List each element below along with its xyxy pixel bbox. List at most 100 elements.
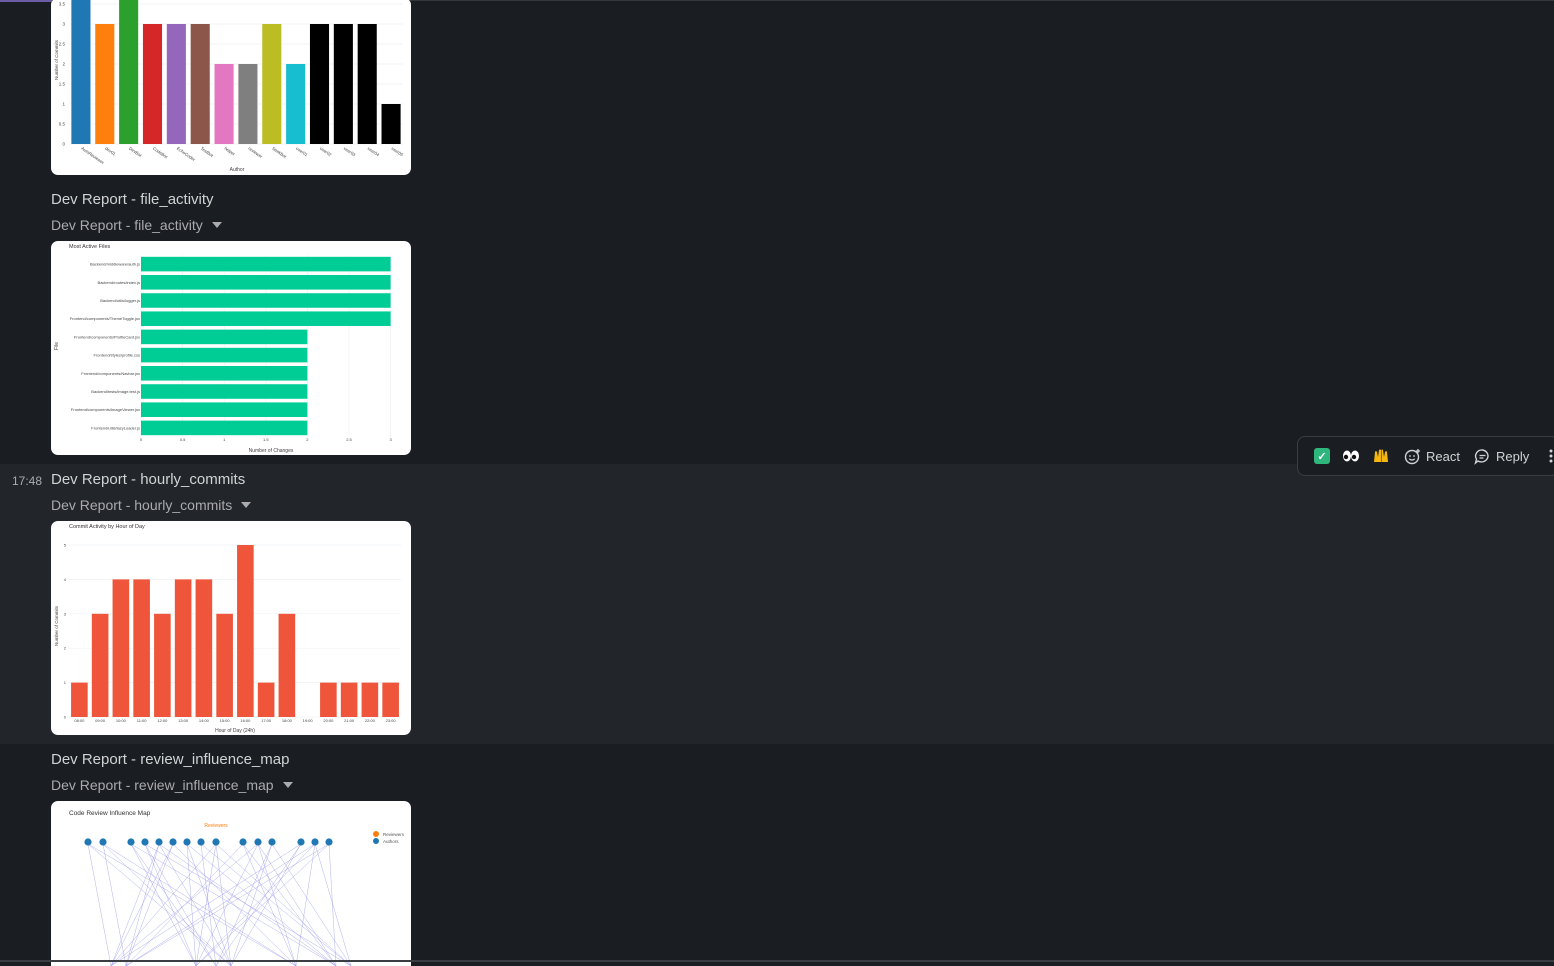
file-name-toggle[interactable]: Dev Report - file_activity [51, 217, 222, 233]
x-tick-label: helper [223, 146, 236, 157]
author-node [99, 838, 107, 846]
bar [361, 682, 379, 717]
y-tick-label: Backend/utils/logger.js [100, 298, 140, 303]
chart-title: Code Review Influence Map [69, 810, 151, 817]
hourly-commits-chart-card[interactable]: Commit Activity by Hour of Day 0 1 2 3 4 5 08:0… [51, 521, 411, 735]
raised-hands-icon [1374, 449, 1388, 462]
x-tick-label: 1 [223, 437, 226, 442]
x-tick-label: 19:00 [303, 718, 314, 723]
react-button[interactable]: React [1396, 441, 1466, 471]
y-tick-label: 2 [62, 62, 65, 67]
y-tick-label: 3.5 [59, 2, 66, 7]
author-node [297, 838, 305, 846]
legend-marker [373, 838, 379, 844]
composer-divider [0, 960, 1554, 962]
file-name-label: Dev Report - review_influence_map [51, 777, 274, 793]
y-tick-label: 5 [64, 543, 67, 548]
author-node [127, 838, 135, 846]
x-tick-label: user03 [343, 146, 357, 158]
influence-edge [144, 843, 352, 966]
author-node [254, 838, 262, 846]
author-node [239, 838, 247, 846]
bar [154, 613, 171, 717]
y-tick-label: Frontend/styles/profile.css [94, 353, 140, 358]
x-tick-label: dev01 [104, 146, 117, 157]
chart-title: Most Active Files [69, 244, 111, 250]
bar [357, 24, 377, 144]
bar [238, 64, 258, 144]
y-tick-label: 2.5 [59, 42, 66, 47]
bar [91, 613, 109, 717]
author-node [197, 838, 205, 846]
x-axis-label: Author [230, 167, 245, 173]
legend-label: Authors [383, 839, 399, 844]
author-commits-chart-card[interactable]: 0 0.5 1 1.5 2 2.5 3 3.5 AutoReviewer dev01 DevBot C… [51, 0, 411, 175]
influence-edge [102, 843, 297, 966]
caret-down-icon[interactable] [241, 502, 252, 508]
message-timestamp[interactable]: 17:48 [12, 474, 42, 488]
bar [133, 579, 150, 717]
react-label: React [1426, 448, 1460, 464]
legend-marker [373, 831, 379, 837]
x-tick-label: 14:00 [199, 718, 210, 723]
file-name-toggle[interactable]: Dev Report - review_influence_map [51, 777, 293, 793]
x-tick-label: 20:00 [323, 718, 334, 723]
influence-map-diagram: Code Review Influence Map Reviewers Review… [69, 810, 405, 966]
message-title: Dev Report - review_influence_map [51, 751, 290, 768]
x-tick-label: reviewer [247, 146, 264, 160]
more-actions-button[interactable] [1535, 441, 1554, 471]
react-eyes-button[interactable] [1336, 441, 1366, 471]
y-tick-label: 0 [62, 142, 65, 147]
bar [195, 579, 213, 717]
y-tick-label: Frontend/utils/lazyLoader.js [91, 425, 140, 430]
x-tick-label: SeekBot [271, 146, 288, 160]
reply-label: Reply [1495, 448, 1530, 464]
caret-down-icon[interactable] [211, 222, 222, 228]
react-check-button[interactable]: ✓ [1308, 441, 1336, 471]
influence-edge [125, 843, 330, 966]
bar [141, 329, 308, 345]
x-axis-label: Number of Changes [249, 448, 294, 454]
x-tick-label: 12:00 [157, 718, 168, 723]
bar [190, 24, 210, 144]
author-commits-chart: 0 0.5 1 1.5 2 2.5 3 3.5 AutoReviewer dev01 DevBot C… [54, 0, 405, 173]
caret-down-icon[interactable] [282, 782, 293, 788]
x-tick-label: 1.5 [263, 437, 269, 442]
author-node [268, 838, 276, 846]
reply-thread-icon [1474, 448, 1489, 465]
y-tick-label: 1.5 [59, 82, 66, 87]
bar [309, 24, 330, 144]
author-node [325, 838, 333, 846]
y-axis-label: Number of Commits [54, 605, 59, 646]
file-activity-chart-card[interactable]: Most Active Files 0 0.5 1 1.5 2 2.5 3 Backend/mi… [51, 241, 411, 455]
x-tick-label: 2.5 [346, 437, 352, 442]
file-name-label: Dev Report - file_activity [51, 217, 203, 233]
x-tick-label: 0 [140, 437, 143, 442]
bar [262, 24, 282, 144]
bar [216, 613, 233, 717]
bar [141, 420, 308, 436]
y-tick-label: Backend/middleware/auth.js [90, 262, 140, 267]
reply-button[interactable]: Reply [1466, 441, 1535, 471]
influence-map-card[interactable]: Code Review Influence Map Reviewers Review… [51, 801, 411, 966]
y-tick-label: 0 [64, 715, 67, 720]
bar [141, 384, 308, 399]
y-tick-label: Frontend/components/ImageViewer.jsx [71, 407, 140, 412]
author-node [212, 838, 220, 846]
file-name-toggle[interactable]: Dev Report - hourly_commits [51, 497, 252, 513]
author-node [169, 838, 177, 846]
influence-edge [87, 843, 112, 966]
bar [71, 0, 91, 144]
bar [286, 64, 306, 144]
y-tick-label: Frontend/components/Navbar.jsx [81, 371, 140, 376]
react-raised-hands-button[interactable] [1366, 441, 1396, 471]
chart-title: Commit Activity by Hour of Day [69, 524, 145, 530]
bar [142, 24, 163, 144]
x-tick-label: 3 [389, 437, 392, 442]
bar [340, 682, 358, 717]
influence-edge [195, 843, 259, 966]
white-check-mark-icon: ✓ [1314, 448, 1330, 464]
x-tick-label: CodeBot [152, 146, 169, 160]
x-tick-label: TestBot [200, 146, 215, 159]
vertical-ellipsis-icon [1549, 449, 1553, 463]
